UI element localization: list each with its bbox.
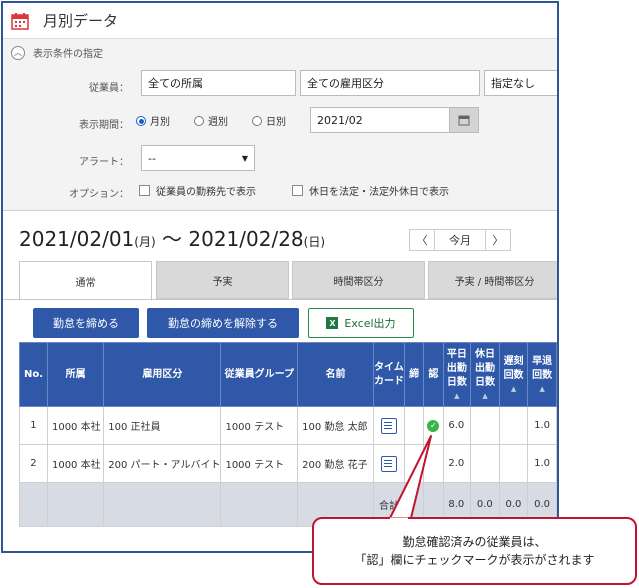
table-header-row: No. 所属 雇用区分 従業員グループ 名前 タイム カード 締 認 平日 出勤 日数… — [19, 342, 557, 407]
timecard-cell[interactable] — [372, 444, 406, 483]
period-weekly-radio[interactable]: 週別 — [194, 113, 228, 128]
calendar-icon — [458, 115, 470, 126]
table-row[interactable]: 1 1000 本社 100 正社員 1000 テスト 100 勤怠 太郎 ✓ 6… — [19, 406, 557, 445]
calendar-icon — [11, 12, 29, 30]
annotation-callout: 勤怠確認済みの従業員は、 「認」欄にチェックマークが表示がされます — [312, 517, 637, 585]
option-holiday-checkbox[interactable]: 休日を法定・法定外休日で表示 — [292, 183, 449, 198]
department-select[interactable]: 全ての所属 — [141, 70, 296, 96]
employee-label: 従業員： — [89, 83, 129, 94]
col-header-type[interactable]: 雇用区分 — [103, 342, 222, 407]
tab-divider — [3, 299, 557, 300]
period-month-input[interactable]: 2021/02 — [310, 107, 450, 133]
col-header-dept[interactable]: 所属 — [46, 342, 105, 407]
closed-cell — [404, 406, 425, 445]
filter-panel-title: 表示条件の指定 — [33, 49, 103, 60]
sort-icon: ▲ — [482, 391, 488, 400]
timecard-icon[interactable] — [380, 455, 397, 472]
sort-icon: ▲ — [539, 384, 545, 393]
excel-icon: X — [326, 317, 339, 329]
next-month-button[interactable]: 〉 — [485, 229, 511, 251]
col-header-weekday-days[interactable]: 平日 出勤 日数 ▲ — [442, 342, 472, 407]
title-bar: 月別データ — [3, 3, 557, 39]
period-label: 表示期間： — [79, 120, 129, 131]
callout-line-1: 勤怠確認済みの従業員は、 — [402, 535, 547, 549]
option-label: オプション： — [69, 189, 129, 200]
filter-panel: ︿ 表示条件の指定 従業員： 全ての所属 全ての雇用区分 指定なし 表示期間： … — [3, 39, 557, 211]
calendar-picker-button[interactable] — [449, 107, 479, 133]
alert-label: アラート： — [79, 157, 129, 168]
caret-down-icon: ▼ — [241, 154, 248, 163]
option-workplace-checkbox[interactable]: 従業員の勤務先で表示 — [139, 183, 256, 198]
tab-normal[interactable]: 通常 — [19, 261, 152, 301]
period-monthly-radio[interactable]: 月別 — [136, 113, 170, 128]
col-header-approved: 認 — [423, 342, 444, 407]
attendance-table: No. 所属 雇用区分 従業員グループ 名前 タイム カード 締 認 平日 出勤 日数… — [19, 342, 557, 527]
timecard-icon[interactable] — [380, 417, 397, 434]
unclose-attendance-button[interactable]: 勤怠の締めを解除する — [147, 308, 299, 338]
radio-icon — [252, 115, 262, 126]
period-daily-radio[interactable]: 日別 — [252, 113, 286, 128]
col-header-name[interactable]: 名前 — [297, 342, 374, 407]
employee-group-select[interactable]: 指定なし — [484, 70, 557, 96]
col-header-timecard: タイム カード — [372, 342, 406, 407]
radio-selected-icon — [136, 115, 146, 126]
page-title: 月別データ — [43, 12, 119, 30]
tab-time-zone[interactable]: 時間帯区分 — [292, 261, 425, 299]
approved-cell: ✓ — [423, 406, 444, 445]
prev-month-button[interactable]: 〈 — [409, 229, 435, 251]
radio-icon — [194, 115, 204, 126]
sort-icon: ▲ — [510, 384, 517, 393]
closed-cell — [404, 444, 425, 483]
period-heading: 2021/02/01(月) 〜 2021/02/28(日) — [19, 227, 326, 251]
col-header-holiday-days[interactable]: 休日 出勤 日数 ▲ — [470, 342, 500, 407]
employment-type-select[interactable]: 全ての雇用区分 — [300, 70, 480, 96]
col-header-no[interactable]: No. — [19, 342, 48, 407]
alert-select[interactable]: -- ▼ — [141, 145, 255, 171]
checkbox-icon — [292, 185, 303, 196]
app-window: 月別データ ︿ 表示条件の指定 従業員： 全ての所属 全ての雇用区分 指定なし … — [1, 1, 559, 553]
close-attendance-button[interactable]: 勤怠を締める — [33, 308, 139, 338]
col-header-group[interactable]: 従業員グループ — [220, 342, 299, 407]
table-row[interactable]: 2 1000 本社 200 パート・アルバイト 1000 テスト 200 勤怠 … — [19, 444, 557, 483]
sort-icon: ▲ — [454, 391, 460, 400]
tab-plan-actual[interactable]: 予実 — [156, 261, 289, 299]
col-header-closed: 締 — [404, 342, 425, 407]
chevron-up-icon[interactable]: ︿ — [11, 45, 25, 60]
check-circle-icon: ✓ — [427, 419, 440, 432]
filter-panel-header[interactable]: ︿ 表示条件の指定 — [11, 45, 103, 60]
tab-plan-actual-time-zone[interactable]: 予実 / 時間帯区分 — [428, 261, 557, 299]
col-header-early-count[interactable]: 早退 回数 ▲ — [527, 342, 557, 407]
current-month-button[interactable]: 今月 — [434, 229, 486, 251]
checkbox-icon — [139, 185, 150, 196]
excel-export-button[interactable]: X Excel出力 — [308, 308, 414, 338]
approved-cell — [423, 444, 444, 483]
timecard-cell[interactable] — [372, 406, 406, 445]
col-header-late-count[interactable]: 遅刻 回数 ▲ — [498, 342, 529, 407]
callout-line-2: 「認」欄にチェックマークが表示がされます — [354, 553, 595, 567]
